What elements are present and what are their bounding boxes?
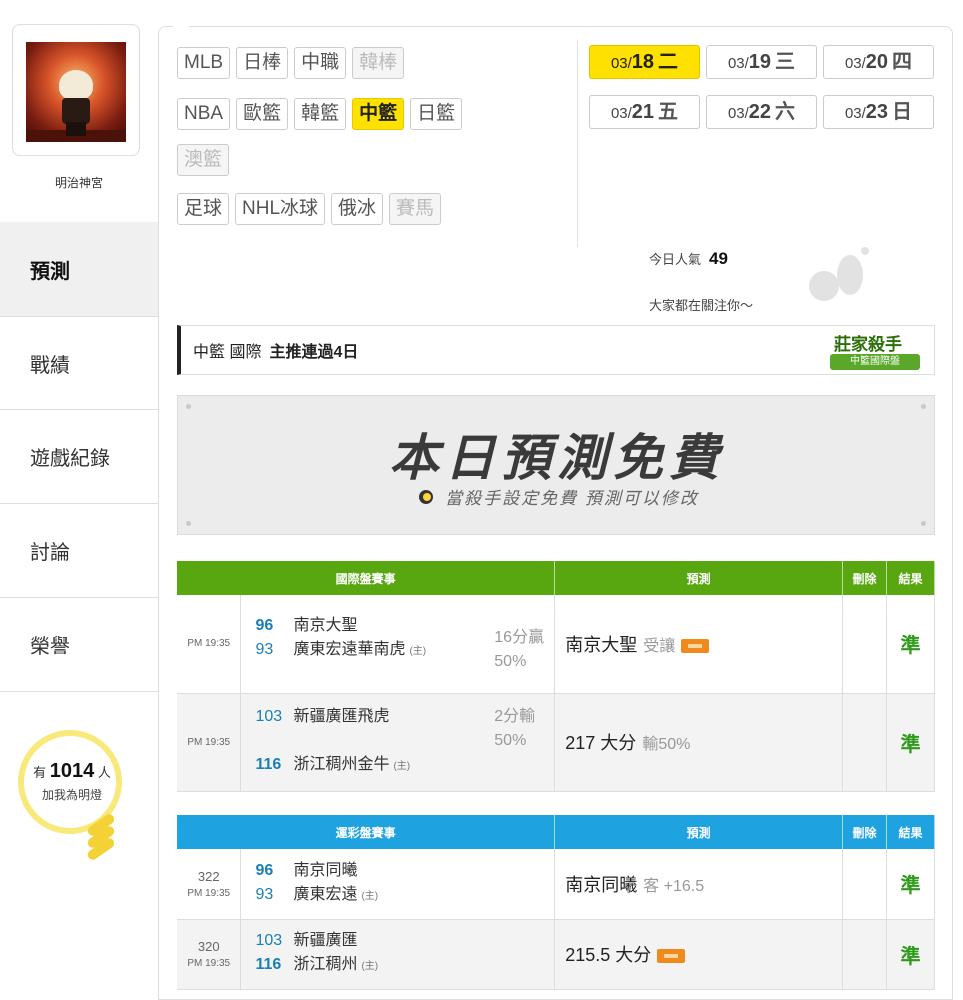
prediction-pick: 南京同曦 (565, 874, 638, 895)
bookmaker-killer-badge: 莊家殺手 中籃國際盤 (824, 328, 928, 374)
league-row-other: 足球 NHL冰球 俄冰 賽馬 (177, 193, 442, 225)
home-team[interactable]: 廣東宏遠華南虎 (293, 641, 405, 658)
away-team[interactable]: 南京大聖 (293, 617, 357, 634)
date-tab-0318[interactable]: 03/18 二 (589, 45, 700, 79)
main-panel: MLB 日棒 中職 韓棒 NBA 歐籃 韓籃 中籃 日籃 澳籃 足球 NHL冰球… (158, 26, 953, 1000)
nav-item-predict[interactable]: 預測 (0, 222, 158, 316)
nav-item-game-log[interactable]: 遊戲紀錄 (0, 410, 158, 504)
league-tab-japan-basketball[interactable]: 日籃 (410, 98, 463, 130)
table-header-delete: 刪除 (842, 561, 887, 595)
streak-league: 中籃 國際 (193, 344, 262, 361)
username[interactable]: 明治神宮 (0, 174, 158, 191)
league-tab-khl[interactable]: 俄冰 (331, 193, 384, 225)
lightbulb-icon (415, 488, 437, 506)
away-team[interactable]: 新疆廣匯飛虎 (293, 708, 389, 725)
avatar[interactable] (26, 42, 126, 142)
free-prediction-banner: 本日預測免費 當殺手設定免費 預測可以修改 (177, 395, 935, 535)
league-tab-cpbl[interactable]: 中職 (294, 47, 347, 79)
fans-subtitle: 加我為明燈 (41, 788, 102, 802)
streak-bar: 中籃 國際 主推連過4日 莊家殺手 中籃國際盤 (177, 325, 935, 375)
away-team[interactable]: 南京同曦 (293, 862, 357, 879)
league-tab-korea-basketball[interactable]: 韓籃 (294, 98, 347, 130)
home-team[interactable]: 浙江稠州金牛 (293, 756, 389, 773)
table-header-event: 國際盤賽事 (177, 561, 556, 595)
lightbulb-base-icon (85, 812, 126, 862)
table-row: PM 19:35 96 南京大聖 93 廣東宏遠華南虎 (主) 16分贏 50% 南京大… (177, 595, 935, 694)
away-team[interactable]: 新疆廣匯 (293, 932, 357, 949)
result-mark: 準 (886, 919, 936, 990)
league-tab-mlb[interactable]: MLB (177, 47, 231, 79)
league-tab-horse-racing[interactable]: 賽馬 (389, 193, 442, 225)
prediction-pick: 215.5 大分 (565, 945, 652, 965)
league-row-baseball: MLB 日棒 中職 韓棒 (177, 47, 405, 79)
league-tab-nba[interactable]: NBA (177, 98, 231, 130)
table-header-result: 結果 (886, 561, 935, 595)
table-header-event: 運彩盤賽事 (177, 815, 556, 849)
league-tab-kbo[interactable]: 韓棒 (352, 47, 405, 79)
league-tab-euro-basketball[interactable]: 歐籃 (236, 98, 289, 130)
date-tab-0322[interactable]: 03/22 六 (706, 95, 817, 129)
avatar-card[interactable] (12, 24, 140, 156)
date-tab-0319[interactable]: 03/19 三 (706, 45, 817, 79)
league-tab-npb[interactable]: 日棒 (236, 47, 289, 79)
international-table: 國際盤賽事 預測 刪除 結果 PM 19:35 96 南京大聖 93 廣東宏遠華南虎… (177, 561, 935, 792)
date-tab-0323[interactable]: 03/23 日 (823, 95, 934, 129)
nav-item-record[interactable]: 戰績 (0, 316, 158, 410)
table-row: 320 PM 19:35 103 新疆廣匯 116 浙江稠州 (主) 215.5 大分 … (177, 919, 936, 990)
date-tab-0321[interactable]: 03/21 五 (589, 95, 700, 129)
lottery-table: 運彩盤賽事 預測 刪除 結果 322 PM 19:35 96 南京同曦 93 廣東宏遠… (177, 815, 936, 990)
prediction-pick: 217 大分 (565, 733, 637, 753)
table-row: PM 19:35 103 新疆廣匯飛虎 116 浙江稠州金牛 (主) 2分輸 50% 2… (177, 693, 935, 792)
date-tab-0320[interactable]: 03/20 四 (823, 45, 934, 79)
divider (577, 41, 578, 247)
banner-subtitle: 當殺手設定免費 預測可以修改 (178, 484, 936, 509)
decorative-logo-icon (789, 241, 889, 311)
nav-item-honor[interactable]: 榮譽 (0, 598, 158, 692)
league-row-basketball: NBA 歐籃 韓籃 中籃 日籃 (177, 98, 463, 130)
table-header-delete: 刪除 (842, 815, 887, 849)
prediction-pick: 南京大聖 (565, 634, 638, 655)
league-tab-australia-basketball[interactable]: 澳籃 (177, 144, 230, 176)
league-tab-china-basketball[interactable]: 中籃 (352, 98, 405, 130)
home-team[interactable]: 廣東宏遠 (293, 886, 357, 903)
table-header-prediction: 預測 (554, 561, 844, 595)
home-team[interactable]: 浙江稠州 (293, 956, 357, 973)
nav-item-discussion[interactable]: 討論 (0, 504, 158, 598)
delete-cell[interactable] (842, 849, 887, 920)
banner-title: 本日預測免費 (389, 430, 725, 486)
delete-cell[interactable] (842, 595, 887, 694)
delete-cell[interactable] (842, 693, 887, 792)
main-pick-badge-icon (681, 639, 710, 653)
fans-count: 有 1014 人 (33, 760, 111, 782)
streak-text: 主推連過4日 (269, 344, 359, 361)
main-pick-badge-icon (657, 949, 686, 964)
result-mark: 準 (886, 595, 935, 694)
fans-widget[interactable]: 有 1014 人 加我為明燈 (12, 730, 132, 862)
table-header-result: 結果 (886, 815, 936, 849)
sidebar: 明治神宮 預測 戰績 遊戲紀錄 討論 榮譽 有 1014 人 加我為明燈 (0, 0, 158, 1000)
league-tab-soccer[interactable]: 足球 (177, 193, 230, 225)
result-mark: 準 (886, 849, 936, 920)
league-row-australia: 澳籃 (177, 144, 230, 176)
popularity: 今日人氣 49 (649, 249, 728, 268)
attention-text: 大家都在關注你～ (649, 298, 754, 313)
table-header-prediction: 預測 (554, 815, 844, 849)
date-selector: 03/18 二 03/19 三 03/20 四 03/21 五 03/22 六 03/23… (589, 45, 939, 129)
result-mark: 準 (886, 693, 935, 792)
table-row: 322 PM 19:35 96 南京同曦 93 廣東宏遠 (主) 南京同曦客 +16.5… (177, 849, 936, 920)
delete-cell[interactable] (842, 919, 887, 990)
league-tab-nhl[interactable]: NHL冰球 (235, 193, 326, 225)
